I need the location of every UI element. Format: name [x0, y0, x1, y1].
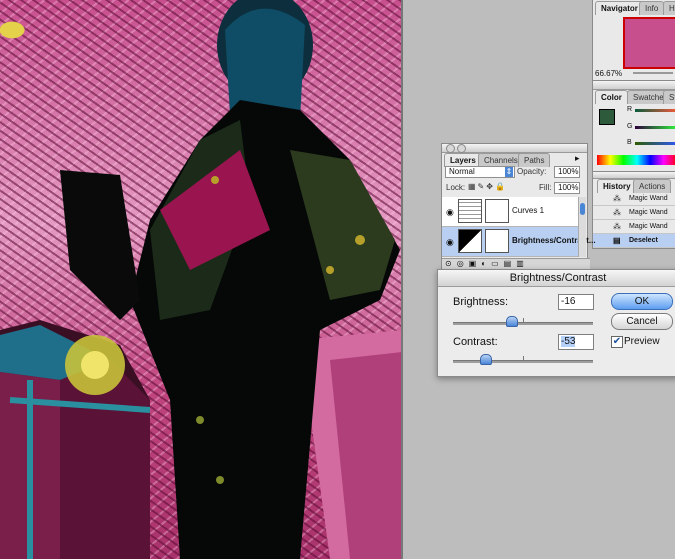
- lock-label: Lock:: [446, 183, 466, 192]
- channel-r-label: R: [627, 106, 633, 113]
- history-palette-titlebar[interactable]: [593, 172, 675, 179]
- chevron-down-icon: ⇕: [505, 167, 513, 177]
- layers-palette: Layers Channels Paths ▸ Normal ⇕ Opacity…: [441, 143, 596, 273]
- fill-label: Fill:: [539, 183, 552, 192]
- tab-info[interactable]: Info: [639, 1, 665, 15]
- tab-paths[interactable]: Paths: [518, 153, 551, 167]
- document-canvas[interactable]: [0, 0, 402, 559]
- tab-actions[interactable]: Actions: [633, 179, 672, 193]
- tab-styles[interactable]: St: [663, 90, 675, 104]
- channel-g-label: G: [627, 123, 633, 130]
- eye-icon[interactable]: ◉: [446, 207, 454, 218]
- layer-row-selected[interactable]: ◉ Brightness/Contrast...: [442, 227, 596, 257]
- opacity-label: Opacity:: [517, 167, 547, 176]
- magic-wand-icon: ⁂: [613, 222, 621, 231]
- channel-g-slider[interactable]: [635, 126, 675, 129]
- preview-label: Preview: [624, 336, 660, 347]
- opacity-field[interactable]: 100%: [554, 166, 580, 178]
- tab-history[interactable]: History: [597, 179, 637, 193]
- contrast-slider-thumb[interactable]: [480, 354, 492, 365]
- curves-thumbnail: [458, 199, 482, 223]
- canvas-border: [401, 0, 403, 559]
- tab-navigator[interactable]: Navigator: [595, 1, 644, 15]
- brightness-contrast-thumbnail: [458, 229, 482, 253]
- history-item-selected[interactable]: ▤ Deselect: [593, 234, 675, 248]
- navigator-palette: Navigator Info Hi 66.67%: [592, 0, 675, 81]
- layers-scrollbar[interactable]: [578, 197, 586, 257]
- contrast-label: Contrast:: [453, 336, 498, 348]
- contrast-input[interactable]: -53: [558, 334, 594, 350]
- lock-icons[interactable]: ▦✎✥🔒: [468, 182, 507, 191]
- brightness-contrast-dialog: Brightness/Contrast Brightness: -16 Cont…: [437, 269, 675, 377]
- mask-thumbnail: [485, 199, 509, 223]
- brightness-input[interactable]: -16: [558, 294, 594, 310]
- preview-checkbox[interactable]: ✔: [611, 336, 623, 348]
- color-palette-titlebar[interactable]: [593, 81, 675, 90]
- history-palette: History Actions ⁂ Magic Wand ⁂ Magic Wand …: [592, 171, 675, 249]
- blend-mode-select[interactable]: Normal ⇕: [445, 166, 515, 178]
- tab-layers[interactable]: Layers: [444, 153, 482, 167]
- history-item[interactable]: ⁂ Magic Wand: [593, 220, 675, 234]
- layer-row[interactable]: ◉ Curves 1: [442, 197, 585, 227]
- fill-field[interactable]: 100%: [554, 182, 580, 194]
- channel-b-label: B: [627, 139, 632, 146]
- foreground-color-swatch[interactable]: [599, 109, 615, 125]
- magic-wand-icon: ⁂: [613, 194, 621, 203]
- ok-button[interactable]: OK: [611, 293, 673, 310]
- palette-menu-icon[interactable]: ▸: [575, 153, 580, 164]
- navigator-preview[interactable]: [623, 17, 675, 69]
- cancel-button[interactable]: Cancel: [611, 313, 673, 330]
- inverted-photo: [0, 0, 402, 559]
- layers-palette-titlebar[interactable]: [442, 144, 587, 153]
- contrast-slider-center-tick: [523, 356, 524, 361]
- tab-histogram[interactable]: Hi: [663, 1, 675, 15]
- brightness-label: Brightness:: [453, 296, 509, 308]
- navigator-zoom-value[interactable]: 66.67%: [595, 69, 622, 78]
- close-icon[interactable]: [446, 144, 455, 153]
- history-item[interactable]: ⁂ Magic Wand: [593, 206, 675, 220]
- channel-b-slider[interactable]: [635, 142, 675, 145]
- tab-channels[interactable]: Channels: [478, 153, 524, 167]
- color-ramp[interactable]: [597, 155, 675, 165]
- document-icon: ▤: [613, 236, 621, 245]
- channel-r-slider[interactable]: [635, 109, 675, 112]
- minimize-icon[interactable]: [457, 144, 466, 153]
- brightness-slider-center-tick: [523, 318, 524, 323]
- color-palette: Color Swatches St R G B: [592, 80, 675, 172]
- dialog-title[interactable]: Brightness/Contrast: [438, 270, 675, 287]
- mask-thumbnail: [485, 229, 509, 253]
- magic-wand-icon: ⁂: [613, 208, 621, 217]
- zoom-slider[interactable]: [633, 72, 673, 74]
- brightness-slider-thumb[interactable]: [506, 316, 518, 327]
- eye-icon[interactable]: ◉: [446, 237, 454, 248]
- tab-color[interactable]: Color: [595, 90, 628, 104]
- history-item[interactable]: ⁂ Magic Wand: [593, 192, 675, 206]
